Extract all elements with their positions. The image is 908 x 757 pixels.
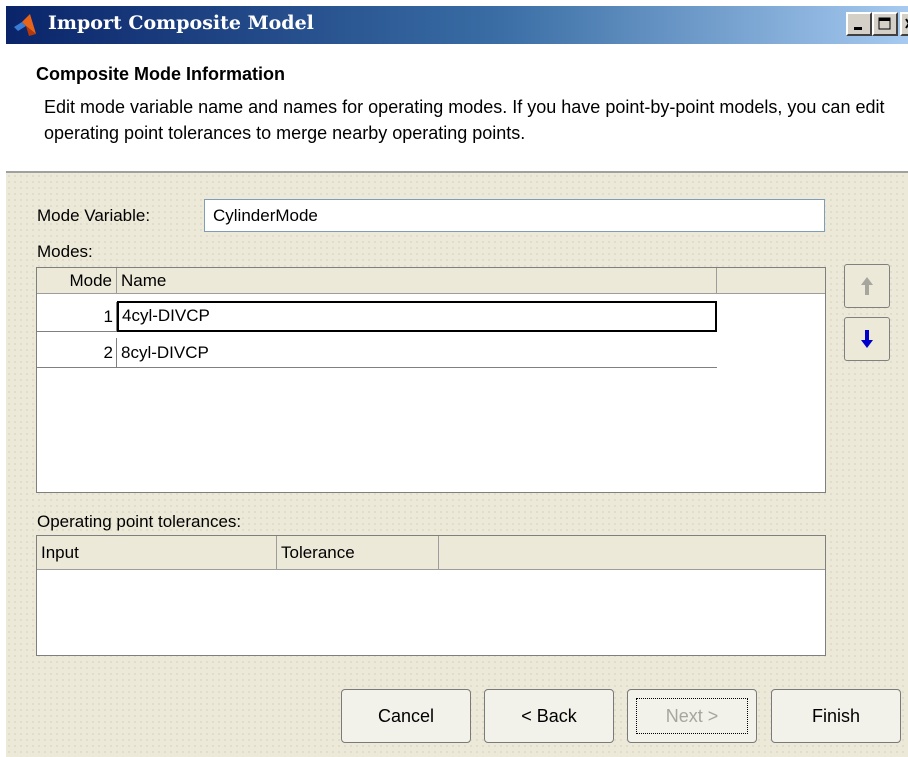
column-header-input[interactable]: Input: [37, 536, 277, 569]
mode-cell: 2: [37, 338, 117, 367]
tolerances-label: Operating point tolerances:: [37, 512, 242, 531]
finish-label: Finish: [811, 706, 860, 726]
name-cell[interactable]: 4cyl-DIVCP: [117, 301, 717, 332]
back-button[interactable]: < Back: [484, 689, 614, 743]
move-up-button[interactable]: [844, 264, 890, 308]
mode-variable-input[interactable]: [204, 199, 825, 232]
column-header-tolerance[interactable]: Tolerance: [277, 536, 439, 569]
modes-table-header: Mode Name: [37, 268, 825, 294]
arrow-down-icon: [861, 330, 873, 348]
arrow-up-icon: [861, 277, 873, 295]
column-header-mode[interactable]: Mode: [37, 268, 117, 293]
focus-ring: [636, 698, 748, 734]
header-description: Edit mode variable name and names for op…: [44, 97, 885, 143]
title-bar[interactable]: Import Composite Model: [6, 6, 908, 44]
name-cell[interactable]: 8cyl-DIVCP: [117, 338, 717, 367]
minimize-button[interactable]: [846, 12, 872, 36]
mode-cell: 1: [37, 302, 117, 331]
minimize-icon: [854, 27, 862, 30]
cancel-button[interactable]: Cancel: [341, 689, 471, 743]
column-header-name[interactable]: Name: [117, 268, 717, 293]
cancel-label: Cancel: [377, 706, 435, 726]
maximize-icon: [878, 17, 891, 30]
move-down-button[interactable]: [844, 317, 890, 361]
tolerances-table[interactable]: Input Tolerance: [36, 535, 826, 656]
modes-table[interactable]: Mode Name 1 4cyl-DIVCP 2 8cyl-DIVCP: [36, 267, 826, 493]
window-title: Import Composite Model: [48, 12, 314, 34]
next-button[interactable]: Next >: [627, 689, 757, 743]
wizard-header: Composite Mode Information Edit mode var…: [6, 44, 908, 173]
maximize-button[interactable]: [872, 12, 898, 36]
modes-label: Modes:: [37, 242, 93, 261]
matlab-logo-icon: [14, 14, 36, 36]
table-row[interactable]: 2 8cyl-DIVCP: [37, 338, 717, 368]
close-button[interactable]: [900, 12, 908, 36]
finish-button[interactable]: Finish: [771, 689, 901, 743]
back-label: < Back: [521, 706, 577, 726]
table-row[interactable]: 1 4cyl-DIVCP: [37, 301, 717, 332]
header-title: Composite Mode Information: [36, 64, 285, 84]
tolerances-table-header: Input Tolerance: [37, 536, 825, 570]
mode-variable-label: Mode Variable:: [37, 206, 151, 225]
